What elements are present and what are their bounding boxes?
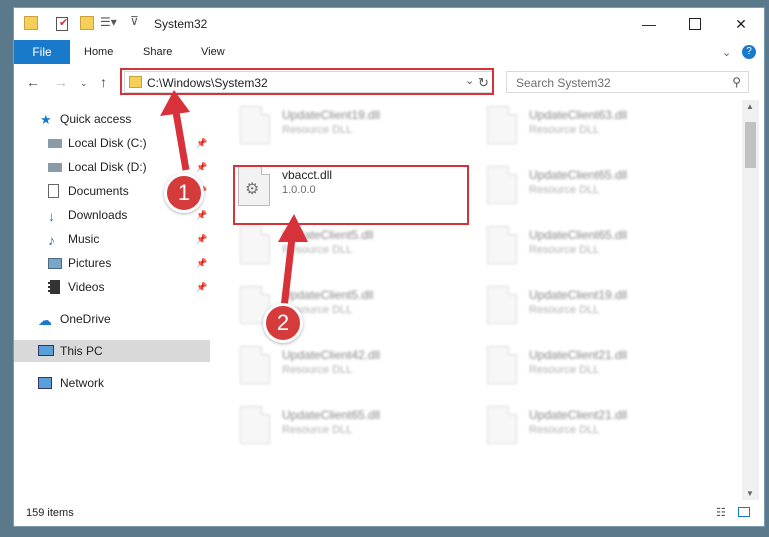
- arrow-1-head: [160, 90, 190, 116]
- arrow-2-head: [278, 214, 308, 242]
- step-1-badge: 1: [164, 173, 204, 213]
- annotation-arrows: [160, 90, 308, 309]
- arrow-2-shaft: [280, 237, 296, 309]
- step-2-badge: 2: [263, 303, 303, 343]
- arrow-1-shaft: [172, 111, 190, 171]
